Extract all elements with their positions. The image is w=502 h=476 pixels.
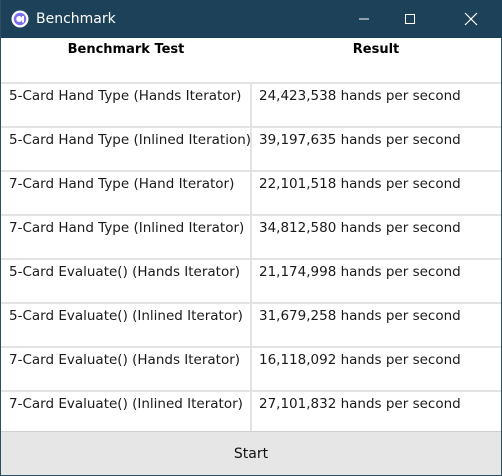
close-icon xyxy=(464,12,478,26)
result-cell: 16,118,092 hands per second xyxy=(259,352,461,368)
test-name-cell: 5-Card Hand Type (Inlined Iteration) xyxy=(9,132,250,148)
header-result[interactable]: Result xyxy=(251,41,501,59)
table-row[interactable]: 5-Card Hand Type (Hands Iterator) 24,423… xyxy=(1,82,501,128)
result-cell: 31,679,258 hands per second xyxy=(259,308,461,324)
table-row[interactable]: 7-Card Hand Type (Inlined Iterator) 34,8… xyxy=(1,214,501,260)
app-logo-icon xyxy=(11,10,29,28)
test-name-cell: 7-Card Hand Type (Inlined Iterator) xyxy=(9,220,245,236)
test-name-cell: 5-Card Evaluate() (Inlined Iterator) xyxy=(9,308,243,324)
start-button[interactable]: Start xyxy=(1,431,501,475)
title-bar[interactable]: Benchmark xyxy=(1,0,502,38)
table-header: Benchmark Test Result xyxy=(1,38,501,82)
result-cell: 27,101,832 hands per second xyxy=(259,396,461,412)
minimize-button[interactable] xyxy=(341,0,387,38)
result-cell: 21,174,998 hands per second xyxy=(259,264,461,280)
test-name-cell: 7-Card Evaluate() (Hands Iterator) xyxy=(9,352,241,368)
result-cell: 39,197,635 hands per second xyxy=(259,132,461,148)
table-row[interactable]: 5-Card Evaluate() (Hands Iterator) 21,17… xyxy=(1,258,501,304)
window-title: Benchmark xyxy=(36,11,116,27)
header-benchmark-test[interactable]: Benchmark Test xyxy=(1,41,251,59)
result-cell: 24,423,538 hands per second xyxy=(259,88,461,104)
test-name-cell: 5-Card Hand Type (Hands Iterator) xyxy=(9,88,242,104)
test-name-cell: 5-Card Evaluate() (Hands Iterator) xyxy=(9,264,241,280)
maximize-icon xyxy=(405,14,415,24)
test-name-cell: 7-Card Hand Type (Hand Iterator) xyxy=(9,176,235,192)
table-row[interactable]: 7-Card Hand Type (Hand Iterator) 22,101,… xyxy=(1,170,501,216)
table-row[interactable]: 7-Card Evaluate() (Hands Iterator) 16,11… xyxy=(1,346,501,392)
result-cell: 22,101,518 hands per second xyxy=(259,176,461,192)
table-row[interactable]: 5-Card Hand Type (Inlined Iteration) 39,… xyxy=(1,126,501,172)
maximize-button[interactable] xyxy=(387,0,433,38)
result-cell: 34,812,580 hands per second xyxy=(259,220,461,236)
results-table: 5-Card Hand Type (Hands Iterator) 24,423… xyxy=(1,82,501,431)
table-row[interactable]: 5-Card Evaluate() (Inlined Iterator) 31,… xyxy=(1,302,501,348)
benchmark-window: Benchmark Benchmark Test Result 5-Card H… xyxy=(0,0,502,476)
table-row[interactable]: 7-Card Evaluate() (Inlined Iterator) 27,… xyxy=(1,390,501,431)
close-button[interactable] xyxy=(448,0,494,38)
test-name-cell: 7-Card Evaluate() (Inlined Iterator) xyxy=(9,396,243,412)
minimize-icon xyxy=(359,18,369,20)
